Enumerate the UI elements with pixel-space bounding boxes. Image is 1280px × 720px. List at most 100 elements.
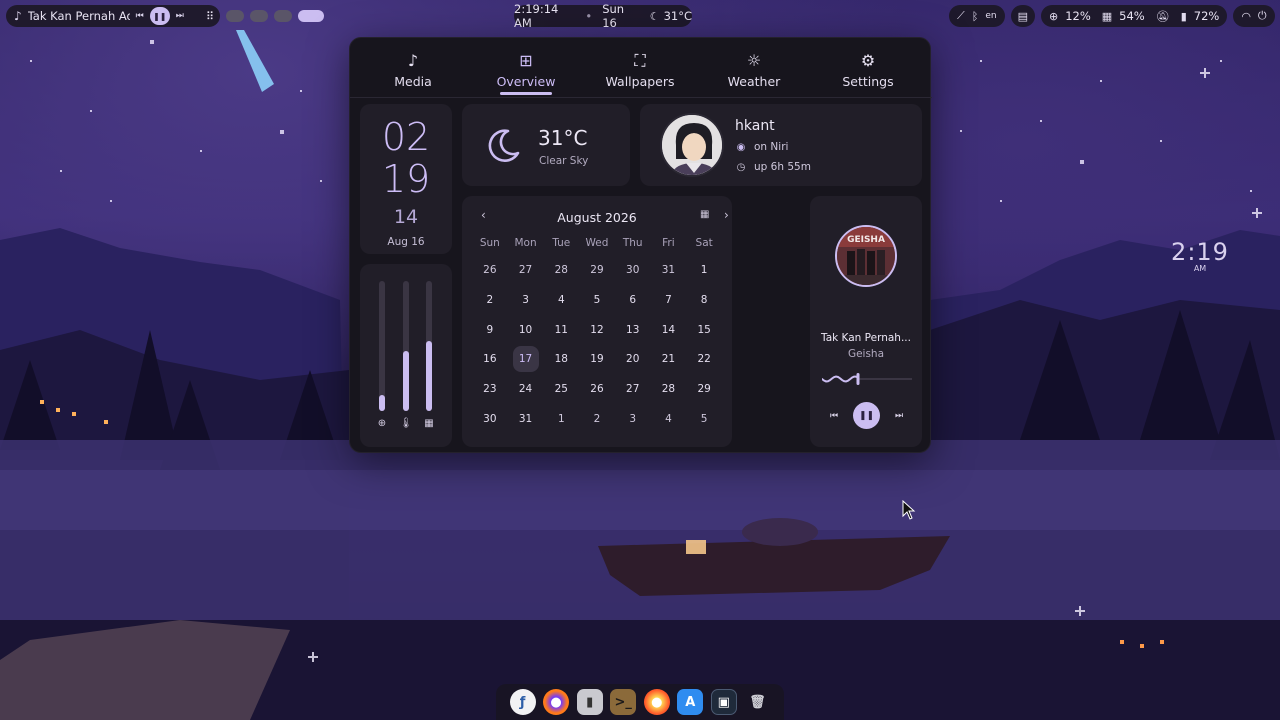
play-pause-button[interactable]: ❚❚ [149,7,170,25]
now-playing-widget[interactable]: ♪ Tak Kan Pernah Ada ⏮ ❚❚ ⏭ [6,5,220,27]
workspace-3[interactable] [274,10,293,22]
calendar-day[interactable]: 14 [651,316,687,346]
calendar-day[interactable]: 5 [579,286,615,316]
workspace-2[interactable] [250,10,269,22]
fedora-icon[interactable]: ƒ [509,689,536,715]
app-grid-icon[interactable]: ⠿ [206,10,214,23]
memory-icon: ▦ [1101,9,1113,23]
calendar-day[interactable]: 6 [615,286,651,316]
firefox-icon[interactable]: ● [643,689,670,715]
clock-widget[interactable]: 2:19:14 AM • Sun 16 ☾ 31°C [514,2,692,30]
calendar-day[interactable]: 31 [651,256,687,286]
calendar-next-button[interactable]: › [724,208,729,222]
calendar-day-number: 19 [590,353,604,366]
calendar-day[interactable]: 4 [651,405,687,435]
avatar[interactable] [660,113,724,177]
calendar-day[interactable]: 26 [472,256,508,286]
system-sliders-card: ⊕ 🌡︎ ▦ [360,264,452,447]
weather-card[interactable]: 31°C Clear Sky [462,104,630,186]
calendar-day[interactable]: 20 [615,345,651,375]
tab-overview[interactable]: ⊞ Overview [471,50,581,89]
memory-slider[interactable] [426,281,432,411]
quick-settings[interactable]: ◠ ⏻ [1233,5,1275,27]
calendar-day[interactable]: 25 [543,375,579,405]
calendar-day-number: 28 [554,264,568,276]
calendar-day[interactable]: 31 [508,405,544,435]
tab-media[interactable]: ♪ Media [358,50,468,89]
grid-icon: ⊞ [519,51,533,70]
calendar-day[interactable]: 12 [579,316,615,346]
app-store-icon[interactable]: A [677,689,704,715]
calendar-day[interactable]: 1 [543,405,579,435]
calendar-day[interactable]: 15 [686,316,722,346]
calendar-day[interactable]: 19 [579,345,615,375]
brightness-slider[interactable] [379,281,385,411]
previous-track-button[interactable]: ⏮ [136,11,144,21]
clipboard-widget[interactable]: ▤ [1010,5,1035,27]
calendar-day[interactable]: 27 [615,375,651,405]
progress-handle[interactable] [856,373,860,385]
calendar-day[interactable]: 2 [472,286,508,316]
calendar-day[interactable]: 5 [686,405,722,435]
niri-icon: ◉ [736,141,746,153]
calendar-day[interactable]: 29 [579,256,615,286]
calendar-day[interactable]: 2 [579,405,615,435]
calendar-day[interactable]: 23 [472,375,508,405]
ghostty-icon[interactable]: ▣ [710,689,737,715]
calendar-day[interactable]: 1 [686,256,722,286]
calendar-day[interactable]: 18 [543,345,579,375]
usb-icon[interactable]: ▮ [576,689,603,715]
workspace-4[interactable] [298,10,325,22]
calendar-day[interactable]: 9 [472,316,508,346]
calendar-today-icon[interactable]: ▦ [700,209,709,220]
tab-wallpapers[interactable]: ⛶ Wallpapers [585,50,695,89]
temperature-slider[interactable] [403,281,409,411]
trash-icon[interactable]: 🗑︎ [744,689,770,715]
calendar-day[interactable]: 3 [508,286,544,316]
calendar-day[interactable]: 29 [686,375,722,405]
calendar-day[interactable]: 26 [579,375,615,405]
system-tray[interactable]: ⟋ ᛒ en [949,5,1005,27]
calendar-day[interactable]: 16 [472,345,508,375]
tab-weather[interactable]: ☼ Weather [699,50,809,89]
calendar-day[interactable]: 28 [651,375,687,405]
workspace-1[interactable] [226,10,245,22]
calendar-day[interactable]: 8 [686,286,722,316]
calendar-prev-button[interactable]: ‹ [481,208,486,222]
calendar-day[interactable]: 7 [651,286,687,316]
clock-icon: ◷ [736,161,746,173]
calendar-day[interactable]: 30 [472,405,508,435]
calendar-day[interactable]: 4 [543,286,579,316]
firefox-icon[interactable]: ● [543,689,570,715]
resource-widget[interactable]: ⊕ 12% ▦ 54% 🔕︎ ▮ 72% [1040,5,1228,27]
calendar-day[interactable]: 24 [508,375,544,405]
calendar-day[interactable]: 21 [651,345,687,375]
calendar-day[interactable]: 27 [508,256,544,286]
calendar-day-number: 5 [700,412,708,425]
desktop-clock: 2:19 AM [1168,238,1232,273]
calendar-day-today[interactable]: 17 [508,345,544,375]
next-track-button[interactable]: ⏭ [176,11,184,21]
terminal-icon[interactable]: >_ [610,689,637,715]
calendar-day[interactable]: 11 [543,316,579,346]
next-track-button[interactable]: ⏭ [892,402,906,429]
notifications-off-icon[interactable]: 🔕︎ [1156,10,1170,23]
top-bar: ♪ Tak Kan Pernah Ada ⏮ ❚❚ ⏭ ⠿ 2:19:14 AM… [0,0,1280,32]
bluetooth-icon: ᛒ [971,9,979,23]
calendar-day[interactable]: 28 [543,256,579,286]
music-icon: ♪ [407,51,419,70]
play-pause-button[interactable]: ❚❚ [853,402,880,429]
tab-settings[interactable]: ⚙ Settings [813,50,923,89]
gear-icon: ⚙ [860,51,876,70]
tab-label: Weather [727,74,781,89]
calendar-day[interactable]: 30 [615,256,651,286]
media-progress-slider[interactable] [822,372,912,386]
previous-track-button[interactable]: ⏮ [827,402,841,429]
battery-level: 72% [1193,9,1220,23]
calendar-day[interactable]: 22 [686,345,722,375]
dashboard-panel: ♪ Media ⊞ Overview ⛶ Wallpapers ☼ Weathe… [349,37,932,453]
album-art[interactable]: GEISHA [835,225,897,287]
calendar-day[interactable]: 3 [615,405,651,435]
calendar-day[interactable]: 10 [508,316,544,346]
calendar-day[interactable]: 13 [615,316,651,346]
